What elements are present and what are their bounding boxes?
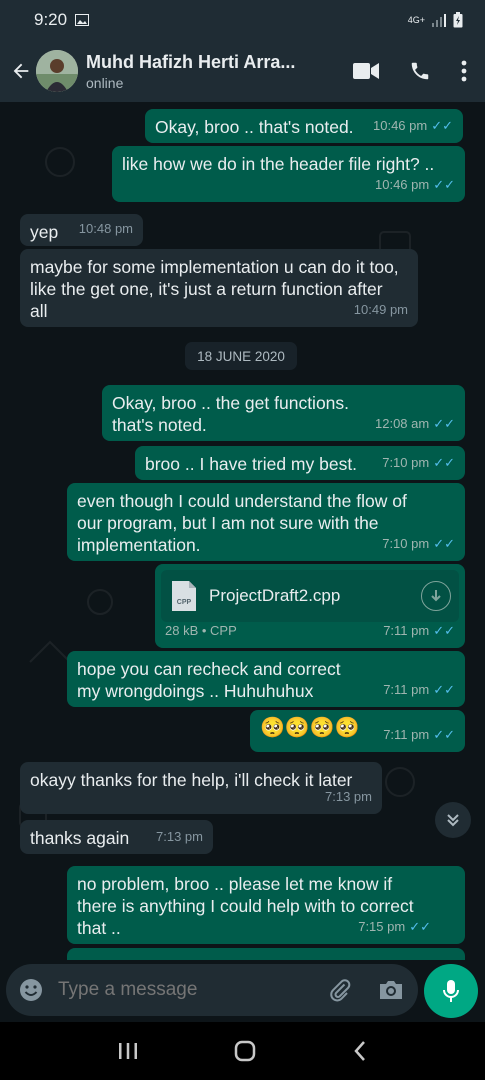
message-bubble-outgoing[interactable]: broo .. I have tried my best. 7:10 pm ✓✓ bbox=[135, 446, 465, 480]
double-check-icon: ✓✓ bbox=[433, 177, 455, 192]
file-type-badge: CPP bbox=[177, 599, 192, 606]
arrow-left-icon[interactable] bbox=[6, 60, 36, 82]
video-call-icon[interactable] bbox=[353, 62, 379, 80]
double-check-icon: ✓✓ bbox=[433, 455, 455, 470]
avatar[interactable] bbox=[36, 50, 78, 92]
contact-name: Muhd Hafizh Herti Arra... bbox=[86, 51, 296, 72]
contact-status: online bbox=[86, 74, 124, 91]
message-text: yep bbox=[30, 222, 59, 242]
double-check-icon: ✓✓ bbox=[433, 727, 455, 742]
home-icon[interactable] bbox=[234, 1040, 256, 1062]
status-bar: 9:20 4G+ bbox=[0, 0, 485, 40]
double-check-icon: ✓✓ bbox=[433, 416, 455, 431]
message-time: 7:15 pm bbox=[358, 919, 406, 934]
double-chevron-down-icon[interactable] bbox=[435, 802, 471, 838]
composer bbox=[0, 960, 485, 1022]
message-text: okayy thanks for the help, i'll check it… bbox=[30, 770, 353, 790]
chat-header: Muhd Hafizh Herti Arra... online bbox=[0, 40, 485, 102]
recent-apps-icon[interactable] bbox=[118, 1042, 138, 1060]
message-time: 12:08 am bbox=[375, 416, 430, 431]
message-text: Okay, broo .. the get functions. that's … bbox=[112, 393, 350, 435]
message-bubble-incoming[interactable]: thanks again 7:13 pm bbox=[20, 820, 213, 854]
message-time: 7:10 pm bbox=[382, 536, 430, 551]
network-type: 4G+ bbox=[407, 15, 425, 25]
message-time: 10:46 pm bbox=[375, 177, 430, 192]
double-check-icon: ✓✓ bbox=[433, 682, 455, 697]
phone-icon[interactable] bbox=[409, 60, 431, 82]
more-vert-icon[interactable] bbox=[461, 60, 467, 82]
message-time: 7:11 pm bbox=[383, 727, 430, 742]
file-attachment[interactable]: CPP ProjectDraft2.cpp bbox=[161, 570, 459, 622]
mic-button[interactable] bbox=[424, 964, 478, 1018]
message-bubble-outgoing[interactable]: hope you can recheck and correct my wron… bbox=[67, 651, 465, 707]
mic-icon bbox=[443, 980, 459, 1002]
message-time: 10:48 pm bbox=[78, 221, 133, 236]
file-info: 28 kB • CPP bbox=[165, 623, 237, 638]
battery-icon bbox=[453, 12, 463, 28]
message-time: 7:13 pm bbox=[325, 789, 372, 804]
signal-icon bbox=[432, 14, 446, 27]
message-text: Okay, broo .. that's noted. bbox=[155, 117, 354, 137]
double-check-icon: ✓✓ bbox=[431, 118, 453, 133]
message-time: 7:11 pm bbox=[383, 623, 430, 638]
message-bubble-outgoing[interactable]: no problem, broo .. please let me know i… bbox=[67, 866, 465, 944]
chat-area[interactable]: Okay, broo .. that's noted. 10:46 pm ✓✓ l… bbox=[0, 102, 485, 960]
message-bubble-incoming[interactable]: okayy thanks for the help, i'll check it… bbox=[20, 762, 382, 814]
system-navigation-bar bbox=[0, 1022, 485, 1080]
gallery-notification-icon bbox=[75, 14, 90, 26]
message-bubble-outgoing[interactable]: like how we do in the header file right?… bbox=[112, 146, 465, 202]
message-bubble-outgoing[interactable]: Okay, broo .. the get functions. that's … bbox=[102, 385, 465, 441]
message-time: 10:49 pm bbox=[353, 302, 408, 317]
message-text: thanks again bbox=[30, 828, 130, 848]
message-text: like how we do in the header file right?… bbox=[122, 154, 435, 174]
message-text: broo .. I have tried my best. bbox=[145, 454, 358, 474]
message-input[interactable] bbox=[58, 979, 308, 1001]
file-name: ProjectDraft2.cpp bbox=[209, 586, 341, 605]
back-nav-icon[interactable] bbox=[353, 1040, 367, 1062]
message-bubble-outgoing-partial bbox=[67, 948, 465, 960]
message-text: even though I could understand the flow … bbox=[77, 491, 407, 555]
message-bubble-outgoing[interactable]: 🥺🥺🥺🥺 7:11 pm ✓✓ bbox=[250, 710, 465, 752]
message-time: 7:13 pm bbox=[156, 829, 203, 844]
date-separator: 18 JUNE 2020 bbox=[185, 342, 297, 370]
camera-icon[interactable] bbox=[378, 979, 404, 1001]
emoji-icon[interactable] bbox=[18, 977, 44, 1003]
message-bubble-outgoing[interactable]: Okay, broo .. that's noted. 10:46 pm ✓✓ bbox=[145, 109, 463, 143]
message-time: 7:11 pm bbox=[383, 682, 430, 697]
double-check-icon: ✓✓ bbox=[433, 536, 455, 551]
message-text: maybe for some implementation u can do i… bbox=[30, 257, 399, 321]
double-check-icon: ✓✓ bbox=[409, 919, 431, 934]
message-time: 10:46 pm bbox=[373, 118, 428, 133]
status-time: 9:20 bbox=[34, 10, 68, 29]
message-text: hope you can recheck and correct my wron… bbox=[77, 659, 341, 701]
paperclip-icon[interactable] bbox=[328, 978, 352, 1002]
message-bubble-incoming[interactable]: yep 10:48 pm bbox=[20, 214, 143, 246]
file-message-bubble[interactable]: CPP ProjectDraft2.cpp 28 kB • CPP 7:11 p… bbox=[155, 564, 465, 648]
emoji-message: 🥺🥺🥺🥺 bbox=[260, 717, 360, 739]
contact-info[interactable]: Muhd Hafizh Herti Arra... online bbox=[86, 52, 326, 91]
download-icon[interactable] bbox=[421, 581, 451, 611]
message-time: 7:10 pm bbox=[382, 455, 430, 470]
message-bubble-outgoing[interactable]: even though I could understand the flow … bbox=[67, 483, 465, 561]
cpp-file-icon: CPP bbox=[172, 581, 196, 611]
double-check-icon: ✓✓ bbox=[433, 623, 455, 638]
message-input-container bbox=[6, 964, 418, 1016]
message-bubble-incoming[interactable]: maybe for some implementation u can do i… bbox=[20, 249, 418, 327]
